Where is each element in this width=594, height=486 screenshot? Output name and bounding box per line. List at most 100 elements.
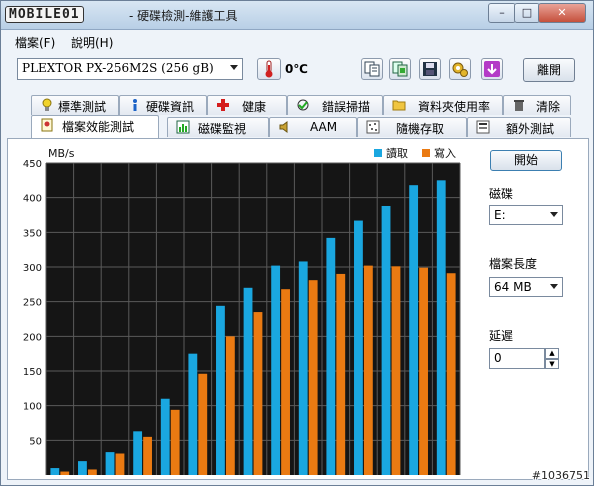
watermark-id: #1036751 [531,469,590,482]
download-button[interactable] [481,58,503,80]
y-tick-label: 400 [23,194,42,205]
download-arrow-icon [484,61,500,77]
menu-file[interactable]: 檔案(F) [15,34,55,51]
minimize-button[interactable]: – [488,3,516,23]
options-button[interactable] [449,58,471,80]
bar-read [354,220,363,475]
folder-icon [392,100,406,111]
bar-read [326,237,336,475]
file-length-label: 檔案長度 [489,257,538,271]
mobile01-logo: MOBILE01 [5,4,84,24]
copy-all-button[interactable] [389,58,411,80]
tab-folder-usage[interactable]: 資料夾使用率 [383,95,503,115]
tab-aam[interactable]: AAM [269,117,357,137]
drive-select[interactable]: PLEXTOR PX-256M2S (256 gB) [17,58,243,80]
bar-write [446,273,456,475]
delay-decrement-button[interactable]: ▼ [545,359,559,369]
tab-error-scan[interactable]: 錯誤掃描 [287,95,383,115]
window-title: - 硬碟檢測-維護工具 [129,9,238,23]
bar-write [198,373,208,475]
bar-read [133,431,143,475]
copy-icon [364,61,380,77]
bar-write [391,266,401,475]
bar-write [363,265,373,475]
y-tick-label: 450 [23,159,42,170]
temperature-value: 0℃ [285,62,308,76]
start-button[interactable]: 開始 [490,150,562,171]
legend-swatch-write [422,149,430,157]
tab-disk-info[interactable]: 硬碟資訊 [119,95,207,115]
drive-select-value: PLEXTOR PX-256M2S (256 gB) [22,61,214,75]
settings-icon [452,62,468,77]
tab-extra-tests[interactable]: 額外測試 [467,117,571,137]
y-tick-label: 100 [23,402,42,413]
file-length-value: 64 MB [494,280,532,294]
bar-write [60,471,70,475]
bar-read [160,398,170,475]
bar-read [216,305,225,475]
bar-write [336,273,346,475]
tab-standard-test[interactable]: 標準測試 [31,95,119,115]
delay-increment-button[interactable]: ▲ [545,348,559,359]
health-cross-icon [217,99,229,111]
tab-health[interactable]: 健康 [207,95,287,115]
y-axis-label: MB/s [48,147,75,160]
exit-button[interactable]: 離開 [523,58,575,82]
copy-button[interactable] [361,58,383,80]
bar-write [143,436,152,475]
copy-all-icon [392,61,408,77]
app-window: MOBILE01 - 硬碟檢測-維護工具 – □ ✕ 檔案(F) 說明(H) P… [0,0,594,486]
file-benchmark-icon [41,118,53,132]
bar-read [78,461,87,475]
disk-select-value: E: [494,208,506,222]
menu-help[interactable]: 說明(H) [71,34,113,51]
temperature-button[interactable] [257,58,281,80]
monitor-chart-icon [176,120,190,134]
tab-panel: MB/s 讀取 寫入 50 100 150 200 250 300 350 400 450 開始… [7,138,589,480]
save-icon [423,62,437,76]
benchmark-chart: MB/s 讀取 寫入 50 100 150 200 250 300 350 400 450 [23,146,461,476]
tab-disk-monitor[interactable]: 磁碟監視 [167,117,269,137]
scan-icon [297,99,309,111]
trash-icon [514,100,524,111]
bar-read [50,468,60,475]
title-bar: MOBILE01 - 硬碟檢測-維護工具 – □ ✕ [1,1,593,30]
y-tick-label: 350 [23,228,42,239]
chevron-down-icon [230,65,238,70]
legend-write-label: 寫入 [434,146,456,160]
bar-read [298,261,308,475]
y-axis-ticks: 50 100 150 200 250 300 350 400 450 [23,159,42,447]
chart-legend: 讀取 寫入 [374,146,456,160]
bar-read [271,265,281,475]
lightbulb-icon [42,98,52,111]
y-tick-label: 200 [23,332,42,343]
bar-write [225,336,235,475]
bar-write [115,453,125,475]
bar-write [308,280,318,475]
bar-read [436,180,446,476]
chevron-down-icon [550,284,558,289]
file-length-select[interactable]: 64 MB [489,277,563,297]
bar-write [87,469,97,475]
tab-erase[interactable]: 清除 [503,95,571,115]
save-button[interactable] [419,58,441,80]
delay-value: 0 [494,351,502,365]
bar-read [243,287,253,475]
disk-label: 磁碟 [489,187,514,201]
close-button[interactable]: ✕ [538,3,586,23]
legend-swatch-read [374,149,382,157]
maximize-button[interactable]: □ [514,3,540,23]
legend-read-label: 讀取 [386,146,408,160]
bar-read [381,205,391,475]
speaker-icon [279,121,288,133]
tab-random-access[interactable]: 隨機存取 [357,117,467,137]
chevron-down-icon [550,212,558,217]
bar-read [188,353,198,475]
y-tick-label: 250 [23,298,42,309]
info-icon [133,99,137,111]
delay-input[interactable]: 0 [489,348,545,369]
y-tick-label: 300 [23,263,42,274]
tab-file-benchmark[interactable]: 檔案效能測試 [31,115,159,138]
bar-write [253,312,263,475]
disk-select[interactable]: E: [489,205,563,225]
